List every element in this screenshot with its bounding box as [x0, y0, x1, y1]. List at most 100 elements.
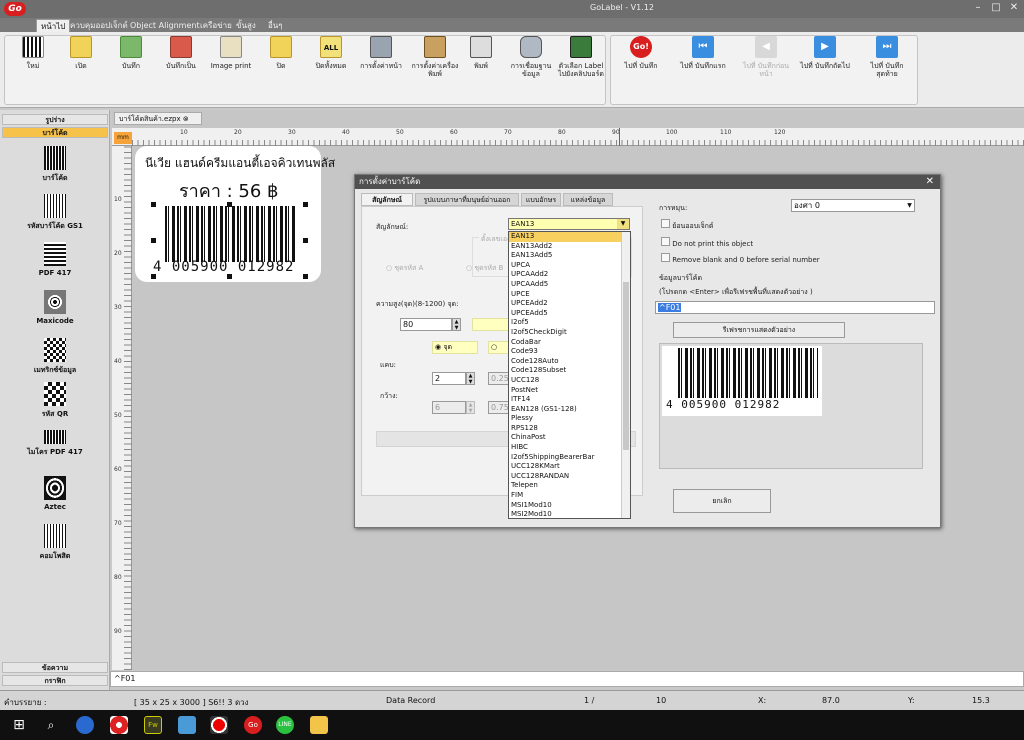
- cancel-button[interactable]: ยกเลิก: [673, 489, 771, 513]
- dropdown-option[interactable]: Code128Auto: [509, 357, 630, 367]
- dropdown-option[interactable]: UPCA: [509, 261, 630, 271]
- dropdown-option[interactable]: Telepen: [509, 481, 630, 491]
- panel-item-composite[interactable]: คอมโพสิต: [6, 524, 104, 570]
- dropdown-option[interactable]: FIM: [509, 491, 630, 501]
- panel-header-barcode[interactable]: บาร์โค้ด: [2, 127, 108, 138]
- dropdown-option[interactable]: Code128Subset: [509, 366, 630, 376]
- document-tab[interactable]: บาร์โค้ดสินค้า.ezpx ⊗: [114, 112, 202, 125]
- dropdown-option[interactable]: CodaBar: [509, 338, 630, 348]
- barcode-data-input[interactable]: ^F01: [655, 301, 935, 314]
- remove-blank-checkbox[interactable]: Remove blank and 0 before serial number: [661, 253, 820, 264]
- tab-symbol[interactable]: สัญลักษณ์: [361, 193, 413, 206]
- tab-object-control[interactable]: ควบคุมออปเจ็กต์: [66, 19, 132, 32]
- dropdown-option[interactable]: ITF14: [509, 395, 630, 405]
- no-print-checkbox[interactable]: Do not print this object: [661, 237, 753, 248]
- panel-item-micropdf[interactable]: ไมโคร PDF 417: [6, 430, 104, 476]
- dropdown-option[interactable]: UPCAAdd2: [509, 270, 630, 280]
- dropdown-option[interactable]: PostNet: [509, 386, 630, 396]
- unit-dot-option[interactable]: ◉ จุด: [432, 341, 478, 354]
- selection-handle[interactable]: [151, 202, 156, 207]
- chevron-down-icon[interactable]: ▼: [617, 219, 629, 229]
- fireworks-icon[interactable]: Fw: [144, 716, 162, 734]
- printer-setup-button[interactable]: การตั้งค่าเครื่อง พิมพ์: [410, 34, 460, 86]
- dropdown-option[interactable]: UPCAAdd5: [509, 280, 630, 290]
- goto-record-button[interactable]: Go! ไปที่ บันทึก: [616, 34, 666, 86]
- symbol-dropdown-list[interactable]: EAN13 EAN13Add2 EAN13Add5 UPCA UPCAAdd2 UPCAA…: [508, 231, 631, 519]
- radio-code-b[interactable]: ○ ชุดรหัส B: [466, 263, 503, 274]
- narrow-input[interactable]: 2: [432, 372, 466, 385]
- panel-item-pdf417[interactable]: PDF 417: [6, 242, 104, 288]
- radio-code-a[interactable]: ○ ชุดรหัส A: [386, 263, 423, 274]
- clipboard-button[interactable]: ตัวเลือก Label ไปยังคลิปบอร์ด: [556, 34, 606, 86]
- pokeball-icon[interactable]: [110, 716, 128, 734]
- maximize-icon[interactable]: □: [990, 2, 1002, 14]
- close-tab-icon[interactable]: ⊗: [183, 115, 189, 123]
- database-button[interactable]: การเชื่อมฐาน ข้อมูล: [506, 34, 556, 86]
- file-explorer-icon[interactable]: [310, 716, 328, 734]
- panel-item-aztec[interactable]: Aztec: [6, 476, 104, 522]
- dropdown-option[interactable]: HIBC: [509, 443, 630, 453]
- dropdown-option[interactable]: ChinaPost: [509, 433, 630, 443]
- tab-other[interactable]: อื่นๆ: [264, 19, 287, 32]
- dropdown-option[interactable]: I2of5ShippingBearerBar: [509, 453, 630, 463]
- dropdown-option[interactable]: Plessy: [509, 414, 630, 424]
- dropdown-scrollbar[interactable]: [621, 232, 630, 518]
- selection-handle[interactable]: [227, 202, 232, 207]
- dropdown-option[interactable]: EAN13Add2: [509, 242, 630, 252]
- dropdown-option[interactable]: I2of5: [509, 318, 630, 328]
- minimize-icon[interactable]: –: [972, 2, 984, 14]
- last-record-button[interactable]: ⏭ ไปที่ บันทึกสุดท้าย: [860, 34, 914, 86]
- image-print-button[interactable]: Image print: [206, 34, 256, 86]
- windows-start-icon[interactable]: ⊞: [10, 716, 28, 734]
- dropdown-option[interactable]: UCC128RANDAN: [509, 472, 630, 482]
- golabel-taskbar-icon[interactable]: Go: [244, 716, 262, 734]
- command-bar[interactable]: ^F01: [110, 671, 1024, 687]
- dropdown-option[interactable]: MSI1Mod10: [509, 501, 630, 511]
- dropdown-option[interactable]: RPS128: [509, 424, 630, 434]
- height-input[interactable]: 80: [400, 318, 452, 331]
- panel-item-maxicode[interactable]: Maxicode: [6, 290, 104, 336]
- panel-header-shapes[interactable]: รูปร่าง: [2, 114, 108, 125]
- rotate-chevron-icon[interactable]: ▼: [905, 200, 914, 211]
- media-player-icon[interactable]: [178, 716, 196, 734]
- selection-handle[interactable]: [303, 274, 308, 279]
- rotate-select[interactable]: องศา 0: [791, 199, 915, 212]
- selection-handle[interactable]: [227, 274, 232, 279]
- next-record-button[interactable]: ▶ ไปที่ บันทึกถัดไป: [798, 34, 852, 86]
- dropdown-option[interactable]: MSI2Mod10: [509, 510, 630, 518]
- refresh-preview-button[interactable]: รีเฟรชการแสดงตัวอย่าง: [673, 322, 845, 338]
- page-setup-button[interactable]: การตั้งค่าหน้า: [356, 34, 406, 86]
- first-record-button[interactable]: ⏮ ไปที่ บันทึกแรก: [678, 34, 728, 86]
- symbol-dropdown[interactable]: EAN13: [508, 218, 630, 230]
- dropdown-option[interactable]: EAN13: [509, 232, 630, 242]
- prev-record-button[interactable]: ◀ ไปที่ บันทึกก่อนหน้า: [738, 34, 794, 86]
- inverse-checkbox[interactable]: ย้อนออบเจ็กต์: [661, 219, 713, 232]
- dropdown-option[interactable]: I2of5CheckDigit: [509, 328, 630, 338]
- selection-handle[interactable]: [303, 238, 308, 243]
- panel-item-qr[interactable]: รหัส QR: [6, 382, 104, 428]
- save-as-button[interactable]: บันทึกเป็น: [156, 34, 206, 86]
- dropdown-option[interactable]: UCC128KMart: [509, 462, 630, 472]
- close-file-button[interactable]: ปิด: [256, 34, 306, 86]
- record-icon[interactable]: [210, 716, 228, 734]
- open-button[interactable]: เปิด: [56, 34, 106, 86]
- selection-handle[interactable]: [303, 202, 308, 207]
- close-all-button[interactable]: ALL ปิดทั้งหมด: [306, 34, 356, 86]
- wide-spinner[interactable]: ▲ ▼: [466, 401, 475, 414]
- dropdown-option[interactable]: UPCEAdd5: [509, 309, 630, 319]
- panel-header-text[interactable]: ข้อความ: [2, 662, 108, 673]
- panel-item-gs1[interactable]: รหัสบาร์โค้ด GS1: [6, 194, 104, 240]
- tab-network[interactable]: เครือข่าย: [196, 19, 236, 32]
- scrollbar-thumb[interactable]: [623, 282, 629, 450]
- label-barcode[interactable]: [165, 206, 295, 262]
- dropdown-option[interactable]: EAN13Add5: [509, 251, 630, 261]
- print-button[interactable]: พิมพ์: [456, 34, 506, 86]
- search-icon[interactable]: ⌕: [42, 716, 60, 734]
- browser-icon[interactable]: [76, 716, 94, 734]
- tab-data-source[interactable]: แหล่งข้อมูล: [563, 193, 613, 206]
- new-button[interactable]: ใหม่: [8, 34, 58, 86]
- dialog-close-icon[interactable]: ✕: [926, 176, 934, 187]
- tab-human-readable[interactable]: รูปแบบภาษาที่มนุษย์อ่านออก: [415, 193, 519, 206]
- tab-advanced[interactable]: ขั้นสูง: [232, 19, 260, 32]
- panel-header-graphics[interactable]: กราฟิก: [2, 675, 108, 686]
